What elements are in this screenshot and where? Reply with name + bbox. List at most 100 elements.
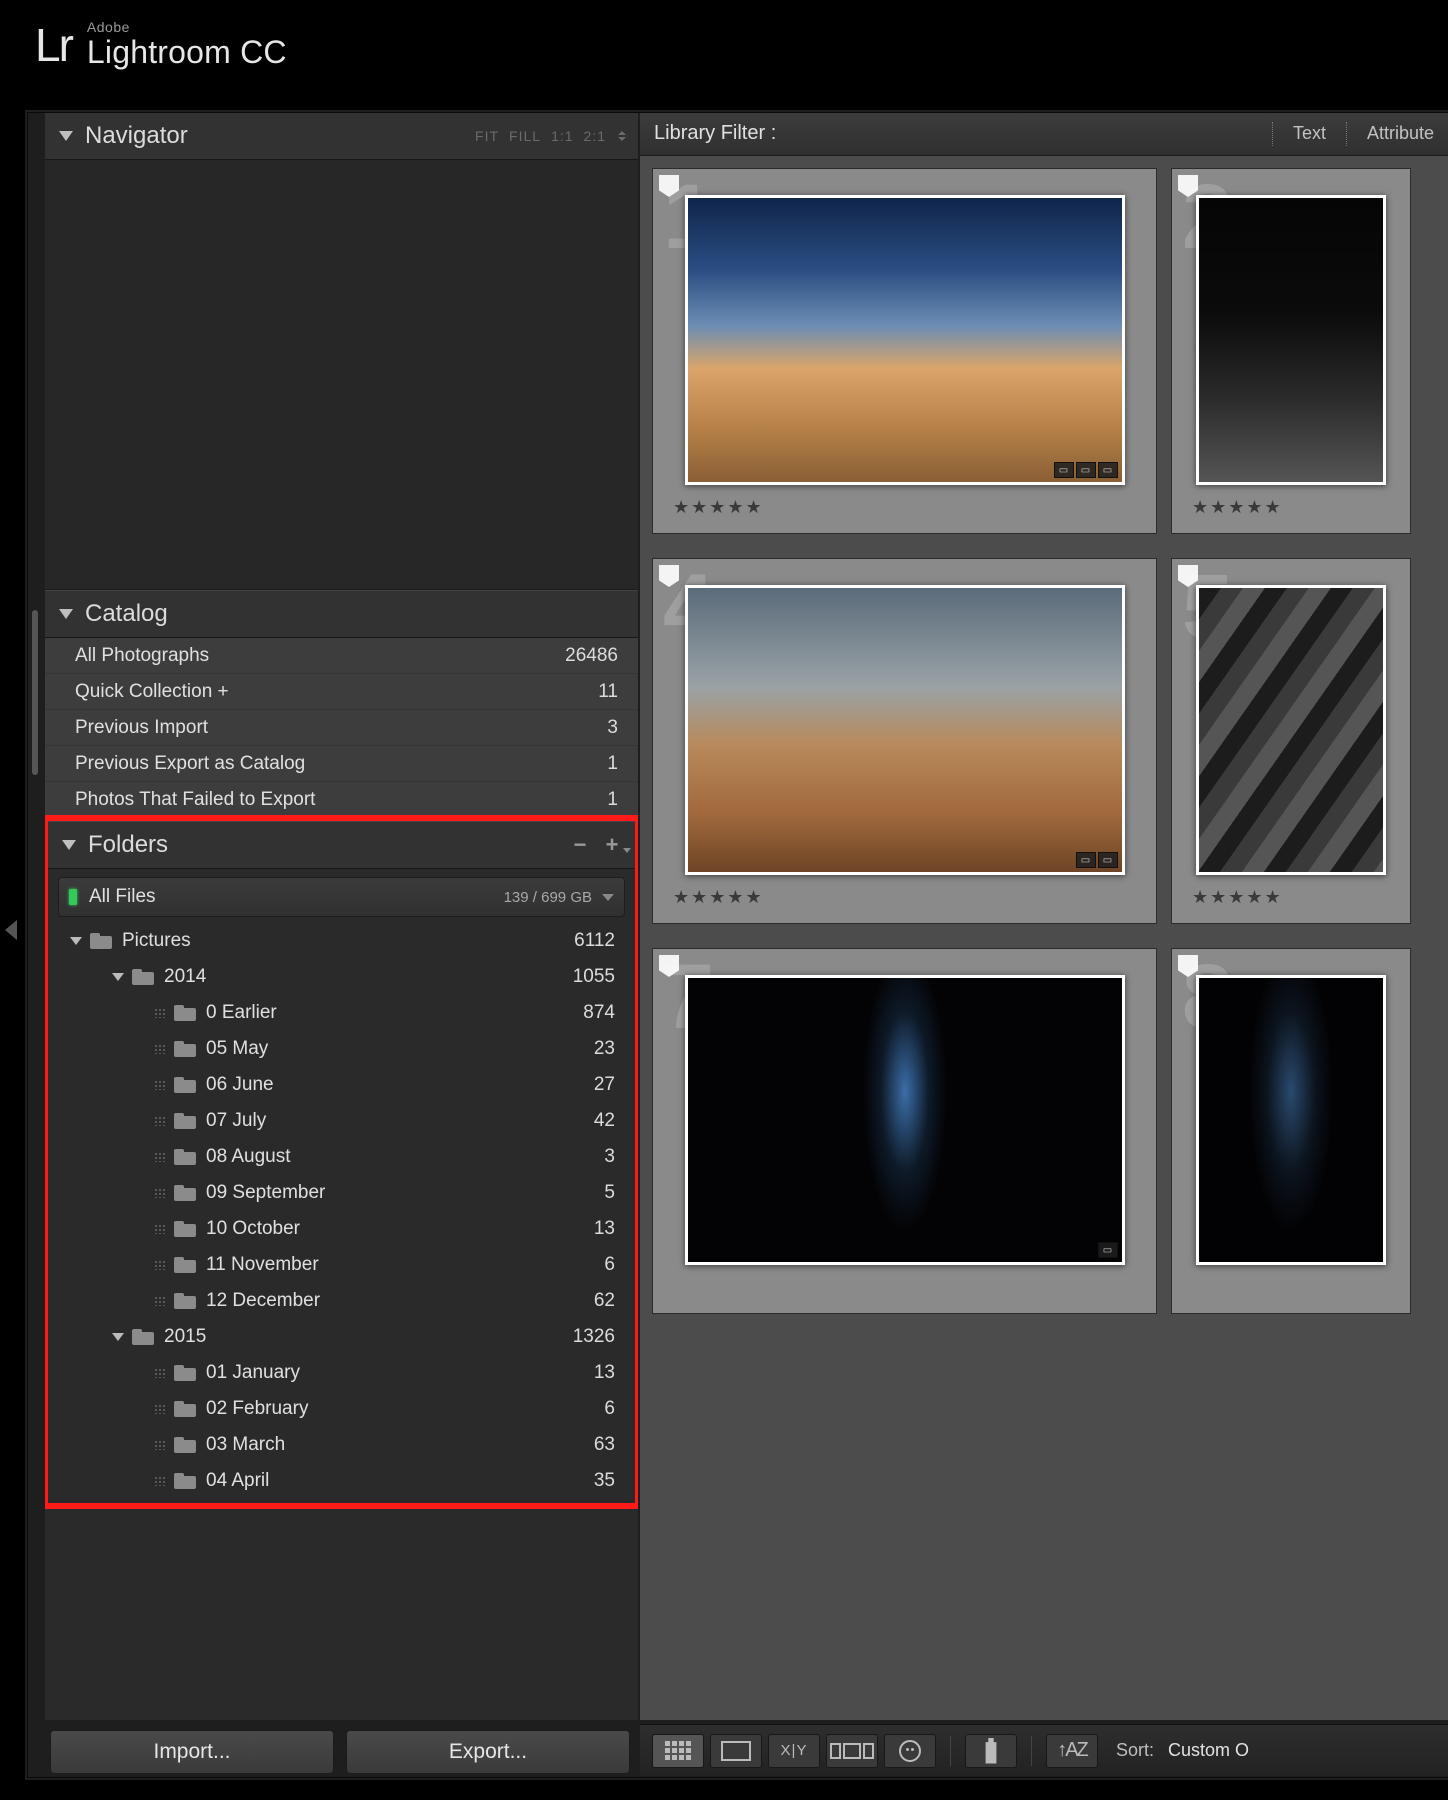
folder-icon — [132, 969, 154, 985]
zoom-fill[interactable]: FILL — [509, 128, 541, 144]
leaf-icon — [154, 1440, 166, 1450]
catalog-row-label: Previous Export as Catalog — [75, 753, 607, 775]
identity-plate: Lr Adobe Lightroom CC — [35, 20, 287, 68]
rating-stars[interactable]: ★★★★★ — [1192, 887, 1283, 907]
folder-label: 12 December — [206, 1290, 594, 1312]
folder-count: 23 — [594, 1038, 615, 1060]
zoom-2-1[interactable]: 2:1 — [584, 128, 606, 144]
thumbnail-image[interactable] — [1196, 195, 1386, 485]
filter-text-tab[interactable]: Text — [1293, 123, 1326, 144]
folder-row[interactable]: 05 May23 — [48, 1031, 635, 1067]
zoom-fit[interactable]: FIT — [475, 128, 499, 144]
thumbnail-image[interactable]: ▭▭ — [685, 585, 1125, 875]
folder-label: 06 June — [206, 1074, 594, 1096]
folder-row[interactable]: 12 December62 — [48, 1283, 635, 1319]
folder-row[interactable]: 09 September5 — [48, 1175, 635, 1211]
rating-stars[interactable]: ★★★★★ — [1192, 497, 1283, 517]
compare-view-button[interactable]: X|Y — [768, 1734, 820, 1768]
grid-cell[interactable]: 2★★★★★ — [1171, 168, 1411, 534]
navigator-preview[interactable] — [45, 160, 638, 590]
catalog-row-label: Quick Collection + — [75, 681, 598, 703]
grid-icon — [665, 1741, 691, 1760]
volume-row[interactable]: All Files 139 / 699 GB — [58, 877, 625, 917]
folders-panel-highlight: Folders − + All Files 139 / 699 GB Pictu… — [45, 815, 638, 1509]
thumbnail-image[interactable]: ▭▭▭ — [685, 195, 1125, 485]
zoom-1-1[interactable]: 1:1 — [551, 128, 573, 144]
zoom-stepper[interactable] — [618, 131, 626, 141]
grid-cell[interactable]: 7▭ — [652, 948, 1157, 1314]
catalog-row-count: 1 — [607, 789, 618, 811]
left-scrollbar[interactable] — [32, 610, 38, 775]
folder-row[interactable]: 11 November6 — [48, 1247, 635, 1283]
view-mode-group: X|Y — [652, 1734, 936, 1768]
chevron-down-icon[interactable] — [602, 894, 614, 901]
folder-icon — [174, 1005, 196, 1021]
catalog-row[interactable]: Previous Export as Catalog1 — [45, 746, 638, 782]
navigator-header[interactable]: Navigator FIT FILL 1:1 2:1 — [45, 112, 638, 160]
folder-icon — [174, 1221, 196, 1237]
painter-tool-button[interactable] — [965, 1734, 1017, 1768]
catalog-header[interactable]: Catalog — [45, 590, 638, 638]
import-button[interactable]: Import... — [50, 1730, 334, 1774]
chevron-down-icon[interactable] — [112, 973, 124, 981]
chevron-down-icon[interactable] — [70, 937, 82, 945]
folder-count: 63 — [594, 1434, 615, 1456]
thumbnail-image[interactable] — [1196, 975, 1386, 1265]
folder-row[interactable]: 06 June27 — [48, 1067, 635, 1103]
remove-folder-button[interactable]: − — [569, 834, 591, 856]
catalog-row[interactable]: Photos That Failed to Export1 — [45, 782, 638, 818]
folder-label: 2014 — [164, 966, 573, 988]
people-view-button[interactable] — [884, 1734, 936, 1768]
leaf-icon — [154, 1224, 166, 1234]
sort-value-dropdown[interactable]: Custom O — [1168, 1740, 1249, 1761]
folder-row[interactable]: 04 April35 — [48, 1463, 635, 1499]
thumb-badge-icon: ▭ — [1076, 462, 1096, 478]
folder-icon — [174, 1149, 196, 1165]
thumb-badge-icon: ▭ — [1054, 462, 1074, 478]
rating-stars[interactable]: ★★★★★ — [673, 887, 764, 907]
volume-status-light-icon — [69, 889, 77, 905]
catalog-row[interactable]: Previous Import3 — [45, 710, 638, 746]
thumbnail-image[interactable]: ▭ — [685, 975, 1125, 1265]
import-export-bar: Import... Export... — [50, 1730, 630, 1774]
catalog-row-count: 26486 — [565, 645, 618, 667]
grid-cell[interactable]: 8 — [1171, 948, 1411, 1314]
catalog-row[interactable]: Quick Collection +11 — [45, 674, 638, 710]
thumbnail-grid[interactable]: 1▭▭▭★★★★★2★★★★★4▭▭★★★★★5★★★★★7▭8 — [640, 156, 1448, 1720]
grid-cell[interactable]: 5★★★★★ — [1171, 558, 1411, 924]
folder-row[interactable]: 20151326 — [48, 1319, 635, 1355]
catalog-row[interactable]: All Photographs26486 — [45, 638, 638, 674]
folder-row[interactable]: 07 July42 — [48, 1103, 635, 1139]
folder-row[interactable]: 02 February6 — [48, 1391, 635, 1427]
rating-stars[interactable]: ★★★★★ — [673, 497, 764, 517]
chevron-down-icon[interactable] — [112, 1333, 124, 1341]
folder-icon — [174, 1293, 196, 1309]
catalog-row-count: 11 — [598, 681, 618, 703]
thumbnail-image[interactable] — [1196, 585, 1386, 875]
folder-row[interactable]: 03 March63 — [48, 1427, 635, 1463]
folder-row[interactable]: 01 January13 — [48, 1355, 635, 1391]
catalog-list: All Photographs26486 Quick Collection +1… — [45, 638, 638, 818]
folder-row[interactable]: 0 Earlier874 — [48, 995, 635, 1031]
folder-row[interactable]: 10 October13 — [48, 1211, 635, 1247]
filter-attribute-tab[interactable]: Attribute — [1367, 123, 1434, 144]
folder-label: 0 Earlier — [206, 1002, 583, 1024]
loupe-view-button[interactable] — [710, 1734, 762, 1768]
survey-view-button[interactable] — [826, 1734, 878, 1768]
folders-header[interactable]: Folders − + — [48, 821, 635, 869]
folder-label: Pictures — [122, 930, 574, 952]
catalog-row-label: Photos That Failed to Export — [75, 789, 607, 811]
loupe-icon — [721, 1741, 751, 1761]
folder-icon — [90, 933, 112, 949]
left-panel-collapse-handle[interactable] — [5, 920, 17, 940]
folder-row[interactable]: 08 August3 — [48, 1139, 635, 1175]
folder-row[interactable]: Pictures6112 — [48, 923, 635, 959]
export-button[interactable]: Export... — [346, 1730, 630, 1774]
sort-direction-button[interactable]: ↑AZ — [1046, 1734, 1098, 1768]
grid-view-button[interactable] — [652, 1734, 704, 1768]
grid-cell[interactable]: 4▭▭★★★★★ — [652, 558, 1157, 924]
grid-cell[interactable]: 1▭▭▭★★★★★ — [652, 168, 1157, 534]
folder-icon — [174, 1041, 196, 1057]
add-folder-button[interactable]: + — [601, 834, 623, 856]
folder-row[interactable]: 20141055 — [48, 959, 635, 995]
